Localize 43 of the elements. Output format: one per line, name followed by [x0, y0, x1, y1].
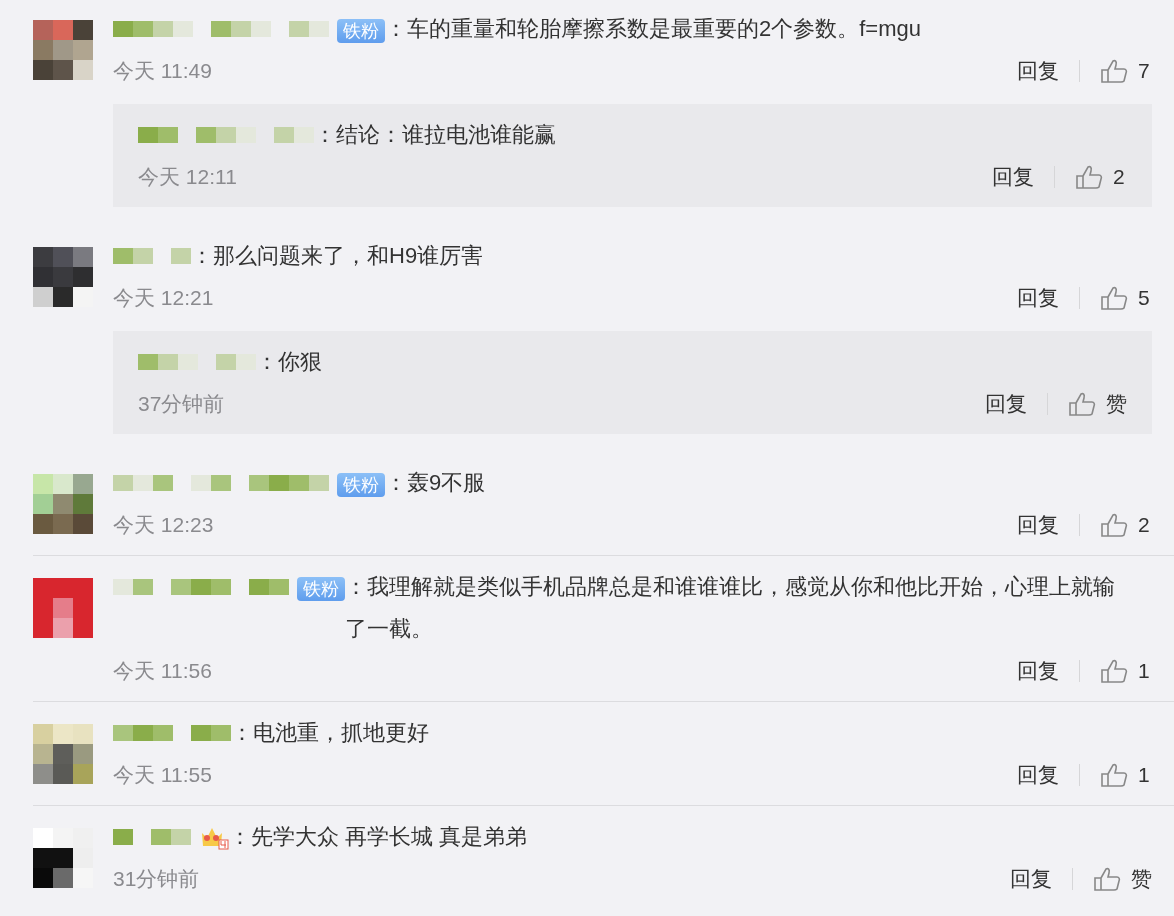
like-button[interactable]: 7 [1100, 58, 1152, 84]
thumbs-up-icon [1100, 285, 1128, 311]
comment-text: ：我理解就是类似手机品牌总是和谁谁谁比，感觉从你和他比开始，心理上就输了一截。 [345, 573, 1116, 643]
reply-link[interactable]: 回复 [985, 390, 1027, 418]
thumbs-up-icon [1100, 658, 1128, 684]
timestamp: 今天 12:11 [138, 164, 238, 190]
timestamp: 37分钟前 [138, 391, 226, 417]
fan-badge: 铁粉 [337, 473, 385, 497]
reply-link[interactable]: 回复 [1017, 761, 1059, 789]
fan-badge: 铁粉 [297, 577, 345, 601]
comment-text: ：轰9不服 [385, 469, 487, 497]
reply-link[interactable]: 回复 [992, 163, 1034, 191]
reply-link[interactable]: 回复 [1010, 865, 1052, 893]
like-button[interactable]: 5 [1100, 285, 1152, 311]
thumbs-up-icon [1093, 866, 1121, 892]
comment-text: ：那么问题来了，和H9谁厉害 [191, 242, 485, 270]
like-button[interactable]: 2 [1100, 512, 1152, 538]
like-button[interactable]: 1 [1100, 762, 1152, 788]
like-button[interactable]: 1 [1100, 658, 1152, 684]
thumbs-up-icon [1100, 58, 1128, 84]
like-button[interactable]: 赞 [1093, 865, 1152, 893]
reply-link[interactable]: 回复 [1017, 284, 1059, 312]
comment-text: ：电池重，抓地更好 [231, 719, 430, 747]
reply-link[interactable]: 回复 [1017, 511, 1059, 539]
timestamp: 31分钟前 [113, 866, 201, 892]
reply-text: ：你狠 [256, 348, 323, 376]
timestamp: 今天 11:49 [113, 58, 213, 84]
thumbs-up-icon [1100, 762, 1128, 788]
timestamp: 今天 11:55 [113, 762, 213, 788]
timestamp: 今天 11:56 [113, 658, 213, 684]
like-button[interactable]: 2 [1075, 164, 1127, 190]
thumbs-up-icon [1068, 391, 1096, 417]
fan-badge: 铁粉 [337, 19, 385, 43]
reply-link[interactable]: 回复 [1017, 57, 1059, 85]
timestamp: 今天 12:21 [113, 285, 215, 311]
thumbs-up-icon [1075, 164, 1103, 190]
timestamp: 今天 12:23 [113, 512, 215, 538]
reply-link[interactable]: 回复 [1017, 657, 1059, 685]
reply-text: ：结论：谁拉电池谁能赢 [314, 121, 557, 149]
comment-text: ：先学大众 再学长城 真是弟弟 [229, 823, 529, 851]
like-button[interactable]: 赞 [1068, 390, 1127, 418]
thumbs-up-icon [1100, 512, 1128, 538]
comment-text: ：车的重量和轮胎摩擦系数是最重要的2个参数。f=mgu [385, 15, 922, 43]
